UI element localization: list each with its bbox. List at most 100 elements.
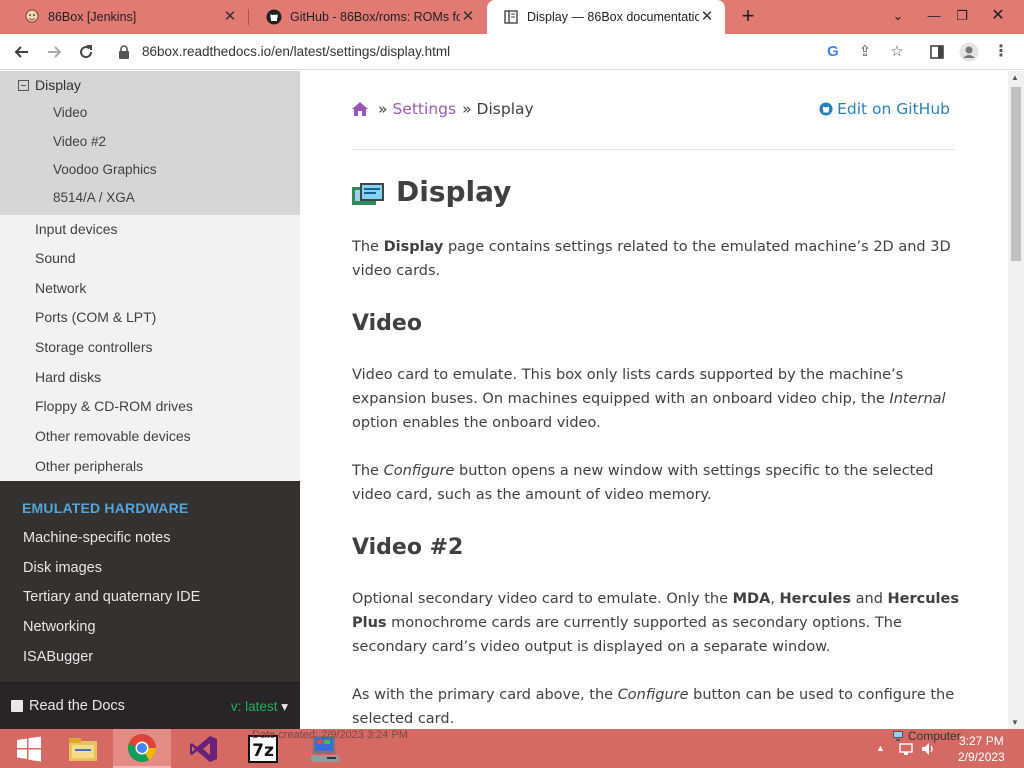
breadcrumb-settings-link[interactable]: Settings (392, 100, 456, 118)
windows-taskbar: 7z Date created: 2/9/2023 3:24 PM ▲ Comp… (0, 729, 1024, 768)
tab-title: 86Box [Jenkins] (48, 10, 137, 24)
video2-paragraph-1: Optional secondary video card to emulate… (352, 591, 959, 655)
forward-arrow-icon (48, 46, 62, 58)
breadcrumb-separator: » (378, 100, 388, 118)
sidebar-item-tertiary-ide[interactable]: Tertiary and quaternary IDE (23, 589, 200, 605)
clock-time: 3:27 PM (959, 734, 1004, 748)
sidebar-item-hard-disks[interactable]: Hard disks (35, 369, 101, 385)
sidebar-item-isabugger[interactable]: ISABugger (23, 649, 93, 665)
tab-title: GitHub - 86Box/roms: ROMs for (290, 10, 460, 24)
sidebar-item-removable-devices[interactable]: Other removable devices (35, 428, 191, 444)
browser-toolbar: 86box.readthedocs.io/en/latest/settings/… (0, 34, 1024, 70)
version-label: v: latest (230, 699, 278, 714)
restore-button[interactable]: ❐ (948, 4, 976, 28)
tab-search-icon[interactable]: ⌄ (884, 4, 912, 28)
sidebar-item-storage-controllers[interactable]: Storage controllers (35, 339, 153, 355)
side-panel-icon[interactable] (926, 41, 948, 63)
svg-text:7z: 7z (252, 741, 274, 761)
volume-icon[interactable] (920, 741, 936, 757)
show-hidden-icons-icon[interactable]: ▲ (876, 743, 885, 753)
jenkins-icon (24, 9, 40, 25)
scroll-up-arrow-icon[interactable]: ▲ (1011, 73, 1019, 82)
github-icon (819, 102, 833, 116)
windows-start-icon[interactable] (0, 729, 58, 768)
home-icon[interactable] (352, 102, 368, 116)
profile-avatar-icon[interactable] (958, 41, 980, 63)
sidebar-item-ports[interactable]: Ports (COM & LPT) (35, 309, 156, 325)
video2-paragraph-2: As with the primary card above, the Conf… (352, 687, 955, 727)
sidebar-subitem-video-2[interactable]: Video #2 (53, 134, 106, 149)
address-bar[interactable]: 86box.readthedocs.io/en/latest/settings/… (142, 44, 450, 59)
new-tab-button[interactable]: + (736, 5, 760, 29)
close-tab-icon[interactable]: ✕ (699, 9, 715, 25)
page-scrollbar[interactable]: ▲ ▼ (1008, 71, 1024, 729)
divider (352, 149, 955, 150)
tab-divider (248, 9, 249, 25)
reload-button[interactable] (74, 40, 98, 64)
sidebar-item-sound[interactable]: Sound (35, 250, 75, 266)
video-paragraph-2: The Configure button opens a new window … (352, 463, 934, 503)
close-tab-icon[interactable]: ✕ (460, 9, 476, 25)
breadcrumb-separator: » (462, 100, 472, 118)
docs-sidebar: Display Video Video #2 Voodoo Graphics 8… (0, 71, 300, 729)
back-button[interactable] (10, 40, 34, 64)
tab-title: Display — 86Box documentation (527, 10, 699, 24)
read-the-docs-label: Read the Docs (29, 698, 125, 714)
file-explorer-icon[interactable] (54, 729, 112, 768)
page-title: Display (396, 175, 512, 208)
minimize-button[interactable]: — (920, 4, 948, 28)
file-tooltip-text: Date created: 2/9/2023 3:24 PM (252, 729, 408, 741)
lock-icon[interactable] (118, 45, 130, 59)
tab-github-roms[interactable]: GitHub - 86Box/roms: ROMs for ✕ (250, 0, 486, 34)
sidebar-subitem-8514a[interactable]: 8514/A / XGA (53, 190, 135, 205)
close-window-button[interactable]: ✕ (984, 4, 1012, 28)
share-icon[interactable]: ⇪ (854, 41, 876, 63)
display-settings-icon (352, 183, 384, 205)
computer-icon (892, 729, 904, 741)
section-heading-emulated-hardware: EMULATED HARDWARE (22, 500, 189, 516)
github-icon (266, 9, 282, 25)
browser-menu-icon[interactable]: ⋮ (990, 41, 1012, 63)
scroll-down-arrow-icon[interactable]: ▼ (1011, 718, 1019, 727)
edit-on-github-label: Edit on GitHub (837, 100, 950, 118)
edit-on-github-link[interactable]: Edit on GitHub (819, 100, 950, 118)
visual-studio-icon[interactable] (175, 729, 233, 768)
sidebar-dark-section: EMULATED HARDWARE Machine-specific notes… (0, 481, 300, 729)
back-arrow-icon (14, 46, 28, 58)
sidebar-item-label: Display (35, 77, 81, 93)
section-heading-video: Video (352, 311, 422, 336)
tab-jenkins[interactable]: 86Box [Jenkins] ✕ (8, 0, 248, 34)
breadcrumb-current: Display (476, 100, 534, 118)
browser-tab-strip: 86Box [Jenkins] ✕ GitHub - 86Box/roms: R… (0, 0, 1024, 34)
scroll-thumb[interactable] (1011, 87, 1021, 261)
sidebar-item-disk-images[interactable]: Disk images (23, 560, 102, 576)
sidebar-item-input-devices[interactable]: Input devices (35, 221, 118, 237)
collapse-toggle-icon[interactable] (18, 79, 29, 91)
google-lens-icon[interactable]: G (822, 41, 844, 63)
caret-down-icon: ▾ (281, 699, 288, 714)
intro-paragraph: The Display page contains settings relat… (352, 239, 951, 279)
version-selector[interactable]: v: latest ▾ (231, 699, 288, 715)
close-tab-icon[interactable]: ✕ (222, 9, 238, 25)
sidebar-item-floppy-cdrom[interactable]: Floppy & CD-ROM drives (35, 398, 193, 414)
docs-content: » Settings » Display Edit on GitHub Disp… (300, 71, 1008, 729)
sidebar-subitem-video[interactable]: Video (53, 105, 87, 120)
book-icon (11, 700, 23, 712)
network-icon[interactable] (898, 741, 914, 757)
read-the-docs-bar[interactable]: Read the Docs v: latest ▾ (0, 682, 300, 729)
clock-date: 2/9/2023 (958, 750, 1005, 764)
forward-button[interactable] (42, 40, 66, 64)
bookmark-star-icon[interactable]: ☆ (886, 41, 908, 63)
sidebar-item-networking[interactable]: Networking (23, 619, 96, 635)
chrome-icon[interactable] (113, 729, 171, 768)
sidebar-item-network[interactable]: Network (35, 280, 86, 296)
sidebar-item-machine-notes[interactable]: Machine-specific notes (23, 530, 171, 546)
system-clock[interactable]: 3:27 PM 2/9/2023 (958, 733, 1005, 765)
section-heading-video-2: Video #2 (352, 535, 464, 560)
tab-display-docs[interactable]: Display — 86Box documentation ✕ (487, 0, 725, 34)
sidebar-subitem-voodoo[interactable]: Voodoo Graphics (53, 162, 157, 177)
docs-icon (503, 9, 519, 25)
sidebar-item-display[interactable]: Display (18, 77, 81, 93)
sidebar-item-other-peripherals[interactable]: Other peripherals (35, 458, 143, 474)
current-section-subnav: Display Video Video #2 Voodoo Graphics 8… (0, 71, 300, 215)
